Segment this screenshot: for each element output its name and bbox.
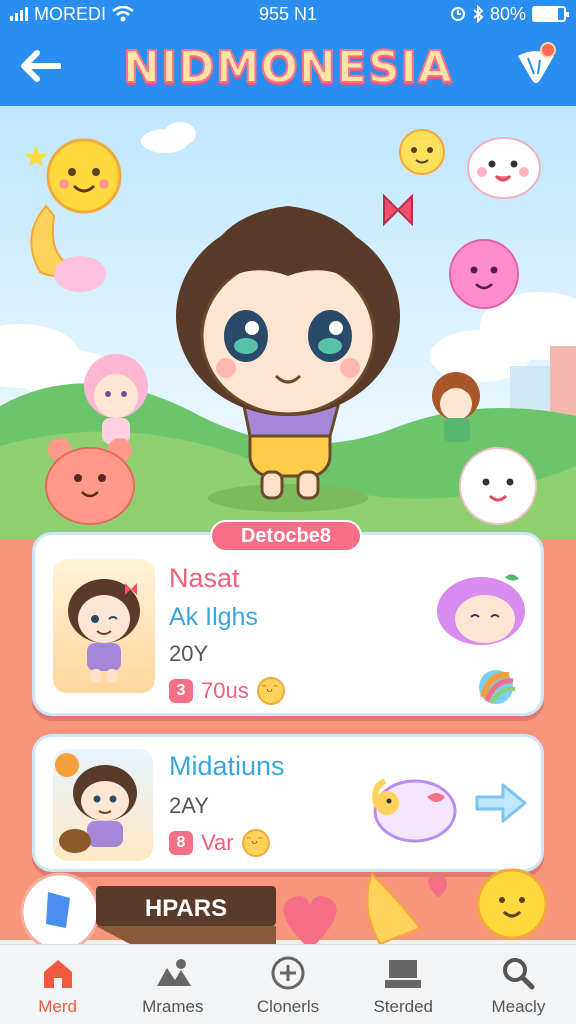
nav-item-store[interactable]: Sterded — [346, 945, 461, 1024]
rainbow-ball-button[interactable] — [473, 667, 519, 707]
bottom-decor: HPARS — [0, 868, 576, 944]
app-title: NIDMONESIA — [122, 41, 453, 94]
card-meta: 20Y — [169, 641, 209, 666]
card-stat: 3 70us — [169, 677, 285, 705]
yellow-creature-icon — [399, 129, 445, 175]
nav-label: Sterded — [373, 996, 433, 1016]
add-circle-icon — [268, 953, 308, 993]
stat-badge: 3 — [169, 679, 193, 703]
coin-icon — [241, 829, 270, 857]
rainbow-ball-icon — [479, 670, 516, 705]
notification-button[interactable] — [514, 40, 562, 94]
chibi-thumbnail-icon — [68, 579, 140, 683]
star-creature-icon — [476, 868, 548, 940]
card-thumbnail — [53, 749, 153, 861]
bottom-navigation: Merd Mrames Clonerls Sterded Meacly — [0, 944, 576, 1024]
character-card[interactable]: Nasat Ak Ilghs 20Y 3 70us — [32, 532, 544, 716]
card-thumbnail — [53, 559, 155, 693]
ground-shadow — [208, 484, 368, 512]
notification-dot — [540, 42, 556, 58]
character-card[interactable]: Midatiuns 2AY 8 Var — [32, 734, 544, 872]
nav-item-search[interactable]: Meacly — [461, 945, 576, 1024]
battery-fill — [534, 8, 558, 20]
sun-icon — [46, 138, 122, 214]
pink-cloud — [54, 256, 106, 292]
card-meta: 2AY — [169, 793, 209, 818]
stat-value: 70us — [201, 678, 249, 703]
shapes-icon — [153, 953, 193, 993]
nav-label: Merd — [38, 996, 77, 1016]
card-subtitle: Ak Ilghs — [169, 603, 258, 631]
sign-text: HPARS — [145, 895, 227, 922]
card-title: Nasat — [169, 563, 240, 593]
stat-badge: 8 — [169, 831, 193, 855]
next-button[interactable] — [471, 775, 531, 831]
bottom-decor-scene: HPARS — [20, 868, 548, 944]
coin-icon — [256, 677, 285, 705]
fluffy-creature-icon — [459, 447, 537, 525]
lamp-icon — [46, 892, 70, 928]
nav-item-create[interactable]: Clonerls — [230, 945, 345, 1024]
status-right: 80% — [366, 3, 569, 25]
store-icon — [383, 953, 423, 993]
bear-icon — [45, 438, 135, 525]
home-icon — [38, 953, 78, 993]
nav-item-home[interactable]: Merd — [0, 945, 115, 1024]
banana-icon — [366, 872, 422, 944]
wifi-icon — [112, 6, 134, 22]
chibi-thumbnail-icon — [55, 753, 137, 853]
hero-scene — [0, 122, 576, 566]
heart-icon — [283, 896, 337, 944]
hero-illustration — [0, 106, 576, 566]
nav-item-games[interactable]: Mrames — [115, 945, 230, 1024]
status-bar: MOREDI 955 N1 80% — [0, 0, 576, 28]
status-left: MOREDI — [10, 4, 210, 25]
stat-value: Var — [201, 830, 234, 855]
battery-icon — [532, 6, 569, 22]
nav-label: Clonerls — [256, 996, 320, 1016]
nav-label: Meacly — [491, 996, 546, 1016]
status-time: 955 N1 — [258, 3, 318, 24]
app-header: NIDMONESIA — [0, 28, 576, 106]
search-icon — [498, 953, 538, 993]
battery-percent: 80% — [489, 3, 526, 24]
carrier-name: MOREDI — [34, 3, 106, 24]
star-icon — [25, 146, 47, 167]
card-stat: 8 Var — [169, 829, 270, 857]
pink-hair-avatar-icon — [437, 574, 525, 645]
pink-blob-icon — [449, 239, 519, 309]
small-heart-icon — [428, 873, 447, 898]
cloud-small — [141, 122, 196, 153]
back-button[interactable] — [14, 42, 66, 90]
alarm-icon — [450, 7, 465, 21]
card-title: Midatiuns — [169, 751, 285, 781]
cloud-creature-icon — [467, 137, 541, 199]
bluetooth-icon — [473, 5, 484, 23]
section-label: Detocbe8 — [210, 520, 362, 552]
signal-icon — [10, 7, 28, 21]
nav-label: Mrames — [142, 996, 204, 1016]
rainbow-unicorn-icon — [372, 778, 457, 843]
arrow-left-icon — [21, 50, 61, 82]
arrow-right-icon — [475, 783, 527, 823]
